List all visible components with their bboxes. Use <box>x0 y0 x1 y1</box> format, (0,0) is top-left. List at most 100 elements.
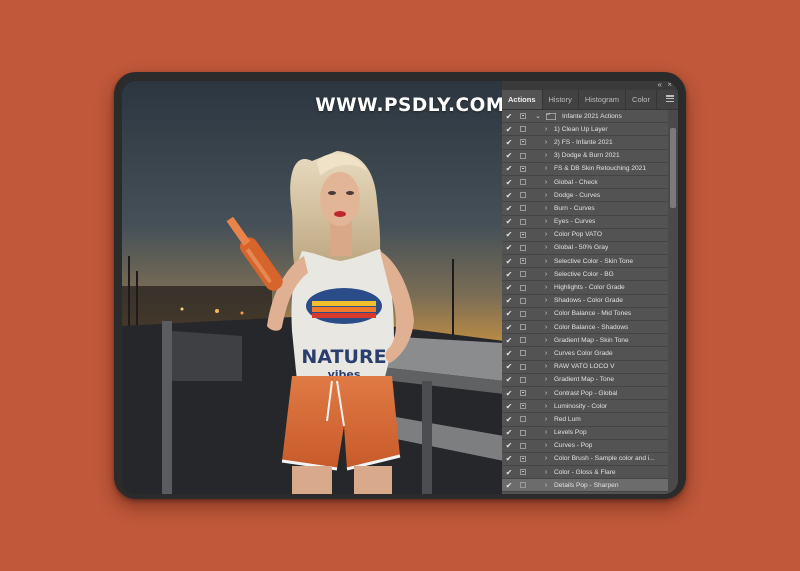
dialog-toggle[interactable] <box>516 479 530 492</box>
dialog-toggle[interactable] <box>516 241 530 254</box>
action-row[interactable]: ✔ › 1) Clean Up Layer <box>502 123 668 137</box>
dialog-toggle[interactable] <box>516 321 530 334</box>
chevron-right-icon[interactable]: › <box>538 297 554 304</box>
toggle-check-icon[interactable]: ✔ <box>502 162 516 175</box>
toggle-check-icon[interactable]: ✔ <box>502 321 516 334</box>
action-row[interactable]: ✔ › Eyes - Curves <box>502 216 668 229</box>
chevron-right-icon[interactable]: › <box>538 350 554 357</box>
toggle-check-icon[interactable]: ✔ <box>502 241 516 254</box>
chevron-right-icon[interactable]: › <box>538 258 554 265</box>
action-row[interactable]: ✔ › Gradient Map - Skin Tone <box>502 334 668 348</box>
action-row[interactable]: ✔ › Selective Color - BG <box>502 268 668 282</box>
dialog-toggle[interactable] <box>516 360 530 373</box>
action-row[interactable]: ✔ › Highlights - Color Grade <box>502 281 668 295</box>
chevron-down-icon[interactable]: ⌄ <box>530 112 546 120</box>
dialog-toggle[interactable] <box>516 466 530 479</box>
action-row[interactable]: ✔ › Shadows - Color Grade <box>502 295 668 308</box>
chevron-right-icon[interactable]: › <box>538 218 554 225</box>
chevron-right-icon[interactable]: › <box>538 416 554 423</box>
toggle-check-icon[interactable]: ✔ <box>502 176 516 189</box>
action-row[interactable]: ✔ › Color Balance - Mid Tones <box>502 308 668 321</box>
dialog-toggle[interactable] <box>516 426 530 439</box>
toggle-check-icon[interactable]: ✔ <box>502 202 516 215</box>
action-row[interactable]: ✔ › Global - Check <box>502 176 668 190</box>
toggle-check-icon[interactable]: ✔ <box>502 228 516 241</box>
chevron-right-icon[interactable]: › <box>538 403 554 410</box>
dialog-toggle[interactable] <box>516 439 530 452</box>
chevron-right-icon[interactable]: › <box>538 165 554 172</box>
chevron-right-icon[interactable]: › <box>538 376 554 383</box>
toggle-check-icon[interactable]: ✔ <box>502 400 516 413</box>
dialog-toggle[interactable] <box>516 268 530 281</box>
toggle-check-icon[interactable]: ✔ <box>502 466 516 479</box>
tab-history[interactable]: History <box>543 90 579 109</box>
canvas-area[interactable]: NATURE vibes WWW.PSDLY.COM <box>122 81 504 494</box>
chevron-right-icon[interactable]: › <box>538 205 554 212</box>
chevron-right-icon[interactable]: › <box>538 244 554 251</box>
dialog-toggle[interactable] <box>516 281 530 294</box>
action-row[interactable]: ✔ › 2) FS - Infante 2021 <box>502 136 668 150</box>
toggle-check-icon[interactable]: ✔ <box>502 123 516 136</box>
action-row[interactable]: ✔ › Levels Pop <box>502 427 668 440</box>
action-row[interactable]: ✔ › Luminosity - Color <box>502 400 668 414</box>
chevron-right-icon[interactable]: › <box>538 324 554 331</box>
dialog-toggle[interactable] <box>516 413 530 426</box>
action-row[interactable]: ✔ › Dodge - Curves <box>502 189 668 203</box>
chevron-right-icon[interactable]: › <box>538 482 554 489</box>
chevron-right-icon[interactable]: › <box>538 363 554 370</box>
action-row[interactable]: ✔ › Details Pop - Sharpen <box>502 479 668 493</box>
chevron-right-icon[interactable]: › <box>538 455 554 462</box>
toggle-check-icon[interactable]: ✔ <box>502 439 516 452</box>
dialog-toggle[interactable] <box>516 215 530 228</box>
tab-actions[interactable]: Actions <box>502 90 543 109</box>
dialog-toggle[interactable] <box>516 228 530 241</box>
toggle-check-icon[interactable]: ✔ <box>502 452 516 465</box>
dialog-toggle[interactable] <box>516 452 530 465</box>
chevron-right-icon[interactable]: › <box>538 152 554 159</box>
toggle-check-icon[interactable]: ✔ <box>502 189 516 202</box>
action-row[interactable]: ✔ › Color - Gloss & Flare <box>502 466 668 480</box>
chevron-right-icon[interactable]: › <box>538 271 554 278</box>
toggle-check-icon[interactable]: ✔ <box>502 334 516 347</box>
tab-histogram[interactable]: Histogram <box>579 90 627 109</box>
action-row[interactable]: ✔ › Color Balance - Shadows <box>502 321 668 335</box>
scrollbar-thumb[interactable] <box>670 128 676 208</box>
action-row[interactable]: ✔ › Red Lum <box>502 413 668 427</box>
toggle-check-icon[interactable]: ✔ <box>502 215 516 228</box>
toggle-check-icon[interactable]: ✔ <box>502 307 516 320</box>
dialog-toggle[interactable] <box>516 294 530 307</box>
chevron-right-icon[interactable]: › <box>538 231 554 238</box>
action-row[interactable]: ✔ › Burn - Curves <box>502 202 668 216</box>
action-row[interactable]: ✔ › RAW VATO LOCO V <box>502 361 668 374</box>
collapse-panels-icon[interactable]: « <box>658 81 662 89</box>
toggle-check-icon[interactable]: ✔ <box>502 110 516 123</box>
toggle-check-icon[interactable]: ✔ <box>502 373 516 386</box>
chevron-right-icon[interactable]: › <box>538 429 554 436</box>
chevron-right-icon[interactable]: › <box>538 179 554 186</box>
toggle-check-icon[interactable]: ✔ <box>502 294 516 307</box>
toggle-check-icon[interactable]: ✔ <box>502 387 516 400</box>
chevron-right-icon[interactable]: › <box>538 442 554 449</box>
dialog-toggle[interactable] <box>516 110 530 123</box>
dialog-toggle[interactable] <box>516 387 530 400</box>
chevron-right-icon[interactable]: › <box>538 469 554 476</box>
chevron-right-icon[interactable]: › <box>538 390 554 397</box>
toggle-check-icon[interactable]: ✔ <box>502 426 516 439</box>
dialog-toggle[interactable] <box>516 149 530 162</box>
dialog-toggle[interactable] <box>516 136 530 149</box>
dialog-toggle[interactable] <box>516 307 530 320</box>
toggle-check-icon[interactable]: ✔ <box>502 136 516 149</box>
action-row[interactable]: ✔ › Selective Color - Skin Tone <box>502 255 668 269</box>
action-row[interactable]: ✔ › Color Brush - Sample color and i... <box>502 452 668 467</box>
action-row[interactable]: ✔ › FS & DB Skin Retouching 2021 <box>502 163 668 176</box>
chevron-right-icon[interactable]: › <box>538 337 554 344</box>
dialog-toggle[interactable] <box>516 255 530 268</box>
action-row[interactable]: ✔ › Gradient Map - Tone <box>502 374 668 387</box>
dialog-toggle[interactable] <box>516 202 530 215</box>
action-row[interactable]: ✔ › Contrast Pop - Global <box>502 387 668 401</box>
toggle-check-icon[interactable]: ✔ <box>502 281 516 294</box>
panel-scrollbar[interactable] <box>668 110 678 494</box>
toggle-check-icon[interactable]: ✔ <box>502 149 516 162</box>
dialog-toggle[interactable] <box>516 373 530 386</box>
action-row[interactable]: ✔ › 3) Dodge & Burn 2021 <box>502 150 668 163</box>
